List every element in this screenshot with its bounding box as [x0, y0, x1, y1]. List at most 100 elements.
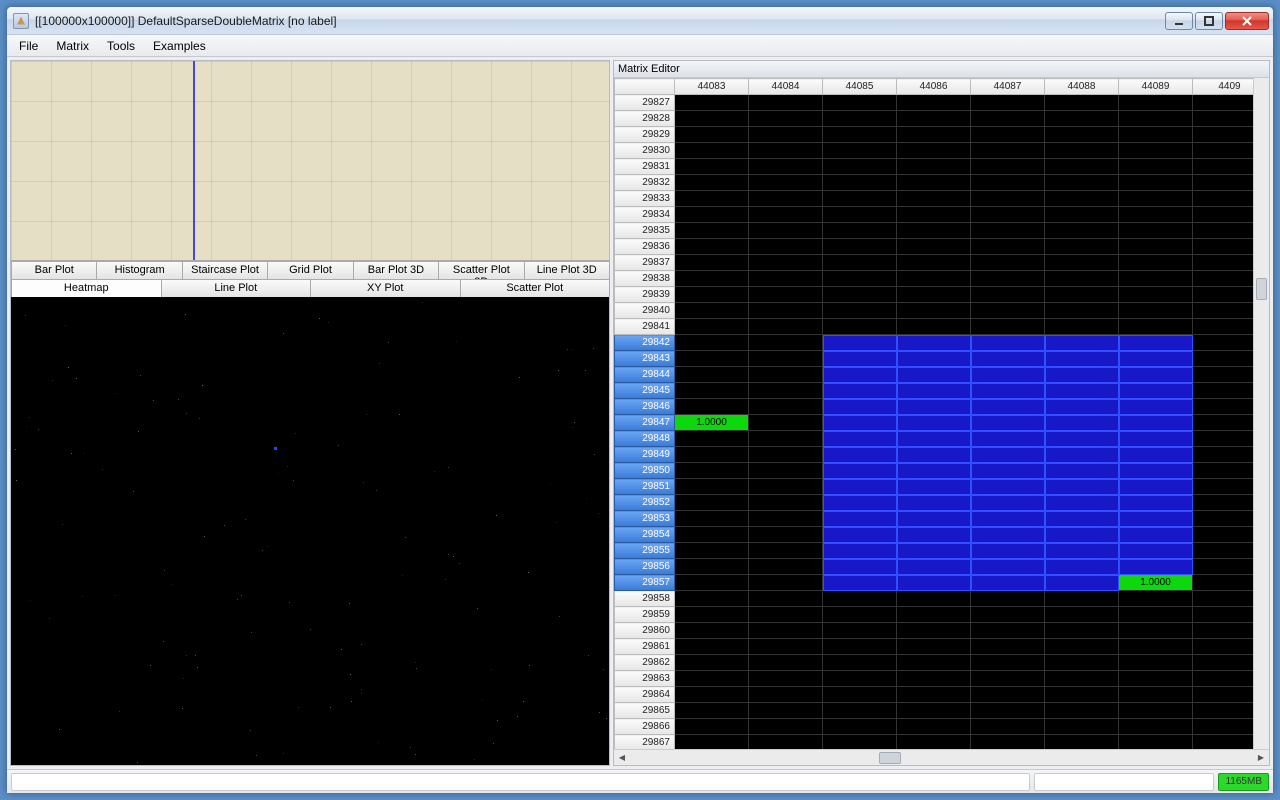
- grid-cell[interactable]: [971, 479, 1045, 495]
- row-header[interactable]: 29860: [615, 623, 675, 639]
- grid-cell[interactable]: [823, 95, 897, 111]
- grid-cell[interactable]: [675, 351, 749, 367]
- grid-cell[interactable]: [1045, 703, 1119, 719]
- row-header[interactable]: 29847: [615, 415, 675, 431]
- grid-cell[interactable]: [823, 319, 897, 335]
- grid-cell[interactable]: [971, 719, 1045, 735]
- grid-cell[interactable]: [823, 559, 897, 575]
- hscroll-left-arrow[interactable]: ◀: [614, 751, 630, 765]
- grid-cell[interactable]: [971, 255, 1045, 271]
- grid-cell[interactable]: [675, 223, 749, 239]
- grid-cell[interactable]: [675, 735, 749, 750]
- grid-cell[interactable]: [823, 623, 897, 639]
- row-header[interactable]: 29832: [615, 175, 675, 191]
- tab-grid-plot[interactable]: Grid Plot: [267, 261, 353, 279]
- grid-cell[interactable]: [823, 591, 897, 607]
- grid-cell[interactable]: [675, 367, 749, 383]
- grid-cell[interactable]: [897, 335, 971, 351]
- grid-cell[interactable]: [1045, 383, 1119, 399]
- grid-cell[interactable]: [823, 287, 897, 303]
- grid-cell[interactable]: [675, 143, 749, 159]
- grid-cell[interactable]: [823, 207, 897, 223]
- row-header[interactable]: 29850: [615, 463, 675, 479]
- grid-cell[interactable]: [1045, 111, 1119, 127]
- memory-badge[interactable]: 1165MB: [1218, 773, 1269, 791]
- grid-cell[interactable]: [749, 367, 823, 383]
- grid-cell[interactable]: [1119, 367, 1193, 383]
- grid-cell[interactable]: [1119, 255, 1193, 271]
- grid-cell[interactable]: [897, 303, 971, 319]
- grid-cell[interactable]: [971, 527, 1045, 543]
- grid-cell[interactable]: [749, 687, 823, 703]
- grid-cell[interactable]: [823, 431, 897, 447]
- grid-cell[interactable]: [675, 191, 749, 207]
- grid-cell[interactable]: [1193, 511, 1254, 527]
- row-header[interactable]: 29849: [615, 447, 675, 463]
- grid-cell[interactable]: [1119, 511, 1193, 527]
- grid-cell[interactable]: [749, 639, 823, 655]
- grid-cell[interactable]: [1045, 351, 1119, 367]
- grid-cell[interactable]: [1193, 207, 1254, 223]
- grid-cell[interactable]: [1045, 95, 1119, 111]
- grid-cell[interactable]: [1045, 319, 1119, 335]
- grid-cell[interactable]: [971, 623, 1045, 639]
- grid-cell[interactable]: [1045, 671, 1119, 687]
- grid-cell[interactable]: [749, 575, 823, 591]
- grid-cell[interactable]: [971, 687, 1045, 703]
- grid-cell[interactable]: [1119, 527, 1193, 543]
- grid-cell[interactable]: [897, 127, 971, 143]
- grid-cell[interactable]: [675, 95, 749, 111]
- grid-cell[interactable]: [1193, 415, 1254, 431]
- grid-cell[interactable]: [1193, 479, 1254, 495]
- grid-cell[interactable]: [971, 639, 1045, 655]
- grid-cell[interactable]: [1119, 319, 1193, 335]
- grid-cell[interactable]: [1193, 495, 1254, 511]
- grid-cell[interactable]: [1193, 719, 1254, 735]
- grid-cell[interactable]: [675, 319, 749, 335]
- grid-cell[interactable]: [823, 463, 897, 479]
- grid-cell[interactable]: [675, 623, 749, 639]
- grid-cell[interactable]: [749, 383, 823, 399]
- grid-cell[interactable]: [749, 95, 823, 111]
- tab-heatmap[interactable]: Heatmap: [11, 279, 162, 297]
- grid-cell[interactable]: [1119, 607, 1193, 623]
- row-header[interactable]: 29863: [615, 671, 675, 687]
- col-header[interactable]: 44089: [1119, 79, 1193, 95]
- grid-cell[interactable]: [1119, 223, 1193, 239]
- grid-cell[interactable]: [897, 143, 971, 159]
- row-header[interactable]: 29851: [615, 479, 675, 495]
- tab-bar-plot[interactable]: Bar Plot: [11, 261, 97, 279]
- grid-cell[interactable]: [675, 495, 749, 511]
- grid-cell[interactable]: [897, 527, 971, 543]
- grid-cell[interactable]: [897, 383, 971, 399]
- vertical-scrollbar[interactable]: [1253, 78, 1269, 749]
- grid-cell[interactable]: [749, 591, 823, 607]
- grid-cell[interactable]: [971, 607, 1045, 623]
- grid-cell[interactable]: [749, 255, 823, 271]
- grid-cell[interactable]: [749, 191, 823, 207]
- grid-cell[interactable]: [971, 319, 1045, 335]
- grid-cell[interactable]: [1119, 175, 1193, 191]
- grid-cell[interactable]: [897, 367, 971, 383]
- maximize-button[interactable]: [1195, 12, 1223, 30]
- row-header[interactable]: 29862: [615, 655, 675, 671]
- grid-cell[interactable]: [675, 271, 749, 287]
- grid-cell[interactable]: [823, 111, 897, 127]
- grid-cell[interactable]: [1045, 127, 1119, 143]
- grid-cell[interactable]: [897, 687, 971, 703]
- tab-scatter-plot[interactable]: Scatter Plot: [460, 279, 611, 297]
- tab-scatter-plot-3d[interactable]: Scatter Plot 3D: [438, 261, 524, 279]
- grid-cell[interactable]: 1.0000: [1119, 575, 1193, 591]
- grid-cell[interactable]: [1193, 351, 1254, 367]
- grid-cell[interactable]: [823, 671, 897, 687]
- grid-cell[interactable]: [1193, 143, 1254, 159]
- vscroll-thumb[interactable]: [1256, 278, 1267, 300]
- grid-cell[interactable]: [1193, 111, 1254, 127]
- grid-cell[interactable]: [897, 223, 971, 239]
- grid-cell[interactable]: [1193, 639, 1254, 655]
- grid-cell[interactable]: [1045, 143, 1119, 159]
- grid-cell[interactable]: [1119, 415, 1193, 431]
- grid-cell[interactable]: [823, 655, 897, 671]
- grid-cell[interactable]: [1045, 239, 1119, 255]
- grid-cell[interactable]: [1119, 591, 1193, 607]
